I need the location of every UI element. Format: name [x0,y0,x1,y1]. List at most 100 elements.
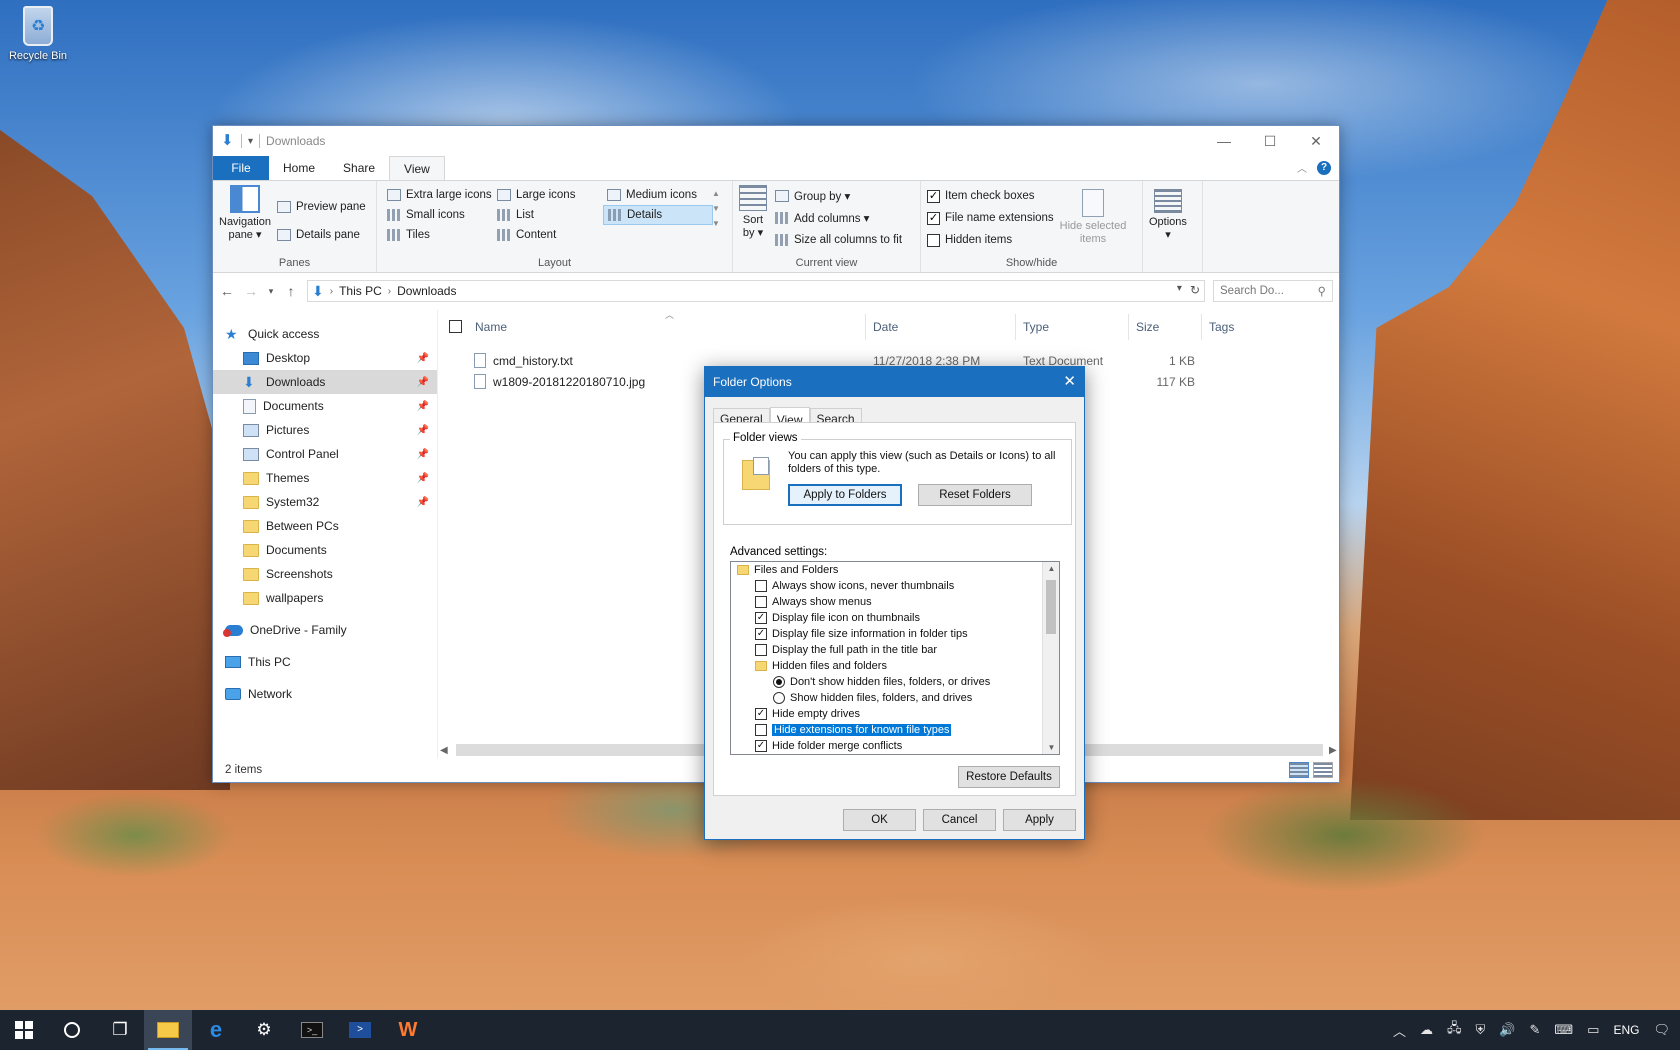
dialog-close-icon[interactable]: ✕ [1063,372,1076,390]
nav-quick-access[interactable]: ★ Quick access [213,322,437,346]
edge-app[interactable]: e [192,1010,240,1050]
setting-display-file-icon-on-thumbnails[interactable]: ✓ Display file icon on thumbnails [731,610,1059,626]
setting-always-show-icons[interactable]: Always show icons, never thumbnails [731,578,1059,594]
file-explorer-app[interactable] [144,1010,192,1050]
keyboard-icon[interactable]: ⌨ [1554,1022,1573,1038]
expand-gallery-icon[interactable]: ▼ [712,219,724,228]
maximize-button[interactable]: ☐ [1247,126,1293,156]
breadcrumb-downloads[interactable]: Downloads [397,284,456,298]
setting-hide-folder-merge-conflicts[interactable]: ✓ Hide folder merge conflicts [731,738,1059,754]
refresh-icon[interactable]: ↻ [1190,283,1200,297]
tree-scrollbar[interactable]: ▲ ▼ [1042,562,1059,754]
nav-item-themes[interactable]: Themes 📌 [213,466,437,490]
nav-network[interactable]: Network [213,682,437,706]
setting-display-full-path[interactable]: Display the full path in the title bar [731,642,1059,658]
layout-medium-icons[interactable]: Medium icons [603,185,713,205]
cmd-app[interactable]: >_ [288,1010,336,1050]
task-view-button[interactable]: ❐ [96,1010,144,1050]
setting-radio[interactable] [773,676,785,688]
options-button[interactable]: Options ▾ [1149,185,1187,242]
scroll-right-icon[interactable]: ▶ [1329,745,1339,756]
hide-selected-items-button[interactable]: Hide selected items [1060,185,1126,251]
nav-item-pictures[interactable]: Pictures 📌 [213,418,437,442]
large-icons-view-toggle-icon[interactable] [1313,762,1333,778]
layout-small-icons[interactable]: Small icons [383,205,493,225]
details-view-toggle-icon[interactable] [1289,762,1309,778]
restore-defaults-button[interactable]: Restore Defaults [958,766,1060,788]
group-by-button[interactable]: Group by ▾ [775,185,902,207]
address-dropdown-icon[interactable]: ▾ [1177,283,1182,297]
tab-share[interactable]: Share [329,156,389,180]
minimize-button[interactable]: — [1201,126,1247,156]
address-box[interactable]: ⬇ › This PC › Downloads ▾ ↻ [307,280,1205,302]
breadcrumb-this-pc[interactable]: This PC [339,284,382,298]
scroll-left-icon[interactable]: ◀ [440,745,450,756]
item-check-boxes-option[interactable]: ✓ Item check boxes [927,185,1054,207]
downloads-quick-icon[interactable]: ⬇ [221,133,235,149]
scroll-up-icon[interactable]: ▲ [712,189,724,198]
item-check-boxes-checkbox[interactable]: ✓ [927,189,940,203]
setting-checkbox[interactable] [755,580,767,592]
column-size[interactable]: Size [1136,320,1159,334]
nav-item-documents[interactable]: Documents 📌 [213,394,437,418]
cancel-button[interactable]: Cancel [923,809,996,831]
nav-item-documents-folder[interactable]: Documents [213,538,437,562]
up-arrow-icon[interactable]: ↑ [283,283,299,299]
column-divider[interactable] [865,314,866,340]
details-pane-button[interactable]: Details pane [276,221,366,249]
layout-extra-large-icons[interactable]: Extra large icons [383,185,493,205]
column-type[interactable]: Type [1023,320,1049,334]
layout-gallery-scroll[interactable]: ▲ ▼ ▼ [712,189,724,228]
nav-item-wallpapers[interactable]: wallpapers [213,586,437,610]
recycle-bin-desktop-icon[interactable]: Recycle Bin [6,6,70,62]
scrollbar-thumb[interactable] [1046,580,1056,634]
ok-button[interactable]: OK [843,809,916,831]
nav-onedrive[interactable]: OneDrive - Family [213,618,437,642]
powershell-app[interactable]: > [336,1010,384,1050]
navigation-pane-button[interactable]: Navigation pane ▾ [219,185,271,249]
tab-file[interactable]: File [213,156,269,180]
nav-item-system32[interactable]: System32 📌 [213,490,437,514]
network-tray-icon[interactable]: 🖧 [1447,1019,1462,1041]
breadcrumb-separator-icon[interactable]: › [388,286,391,297]
security-tray-icon[interactable]: ⛨ [1476,1022,1486,1038]
size-all-columns-button[interactable]: Size all columns to fit [775,229,902,251]
scroll-down-icon[interactable]: ▼ [1043,743,1059,752]
setting-checkbox[interactable] [755,596,767,608]
setting-radio[interactable] [773,692,785,704]
setting-hide-empty-drives[interactable]: ✓ Hide empty drives [731,706,1059,722]
help-icon[interactable]: ? [1317,160,1331,175]
forward-arrow-icon[interactable]: → [243,283,259,299]
start-button[interactable] [0,1010,48,1050]
language-indicator[interactable]: ENG [1613,1023,1639,1037]
volume-icon[interactable]: 🔊 [1499,1022,1515,1038]
setting-show-hidden[interactable]: Show hidden files, folders, and drives [731,690,1059,706]
layout-large-icons[interactable]: Large icons [493,185,603,205]
scroll-down-icon[interactable]: ▼ [712,204,724,213]
nav-item-between-pcs[interactable]: Between PCs [213,514,437,538]
onedrive-tray-icon[interactable]: ☁ [1420,1022,1433,1038]
apply-to-folders-button[interactable]: Apply to Folders [788,484,902,506]
notifications-icon[interactable]: 🗨 [1653,1022,1670,1038]
recent-locations-icon[interactable]: ▾ [267,286,275,297]
setting-checkbox[interactable]: ✓ [755,708,767,720]
setting-hide-extensions[interactable]: Hide extensions for known file types [731,722,1059,738]
search-input[interactable]: Search Do... ⚲ [1213,280,1333,302]
setting-display-file-size-info[interactable]: ✓ Display file size information in folder… [731,626,1059,642]
apply-button[interactable]: Apply [1003,809,1076,831]
sort-by-button[interactable]: Sort by ▾ [739,185,767,251]
column-divider[interactable] [1015,314,1016,340]
setting-checkbox[interactable] [755,644,767,656]
tab-view[interactable]: View [389,156,445,180]
breadcrumb-separator-icon[interactable]: › [330,286,333,297]
nav-this-pc[interactable]: This PC [213,650,437,674]
tab-home[interactable]: Home [269,156,329,180]
preview-pane-button[interactable]: Preview pane [276,193,366,221]
layout-details[interactable]: Details [603,205,713,225]
setting-checkbox[interactable]: ✓ [755,628,767,640]
setting-dont-show-hidden[interactable]: Don't show hidden files, folders, or dri… [731,674,1059,690]
hidden-items-checkbox[interactable] [927,233,940,247]
select-all-checkbox[interactable] [449,320,462,333]
show-hidden-icons-chevron-icon[interactable]: ︿ [1393,1021,1406,1040]
setting-always-show-menus[interactable]: Always show menus [731,594,1059,610]
